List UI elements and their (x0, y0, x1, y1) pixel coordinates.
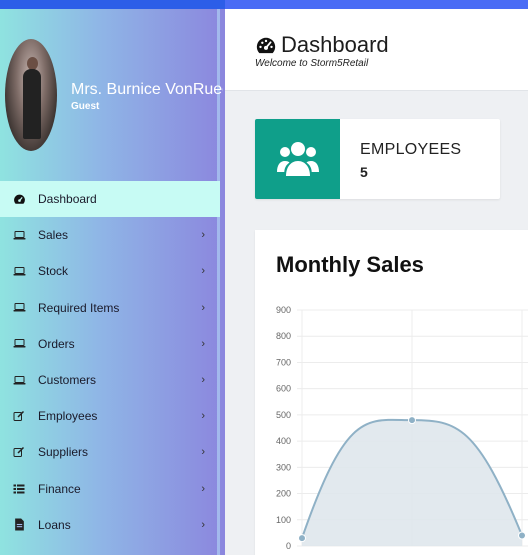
page-header: Dashboard Welcome to Storm5Retail (225, 9, 528, 91)
sidebar-item-dashboard[interactable]: Dashboard (0, 181, 220, 218)
chevron-right-icon: › (201, 301, 205, 314)
top-accent-bar (0, 0, 528, 9)
page-title: Dashboard (281, 32, 389, 57)
y-tick-label: 400 (276, 436, 291, 446)
y-tick-label: 100 (276, 515, 291, 525)
tachometer-icon (12, 192, 26, 206)
sidebar-menu: Dashboard Sales › Stock › Required Items › Orde… (0, 181, 220, 543)
stat-value: 5 (360, 164, 368, 180)
y-tick-label: 200 (276, 489, 291, 499)
edit-icon (12, 445, 26, 459)
sidebar-item-suppliers[interactable]: Suppliers › (0, 434, 220, 470)
tachometer-icon (256, 37, 276, 54)
chevron-right-icon: › (201, 229, 205, 242)
sidebar-item-sales[interactable]: Sales › (0, 217, 220, 253)
y-tick-label: 700 (276, 357, 291, 367)
laptop-icon (12, 373, 26, 387)
file-icon (12, 518, 26, 532)
user-profile: Mrs. Burnice VonRueden Guest (0, 9, 225, 181)
sidebar-item-label: Orders (38, 336, 75, 351)
chevron-right-icon: › (201, 265, 205, 278)
top-accent-bar-left (0, 0, 225, 9)
y-tick-label: 500 (276, 410, 291, 420)
sidebar-item-label: Stock (38, 264, 69, 279)
page-subtitle: Welcome to Storm5Retail (255, 58, 369, 69)
user-role: Guest (71, 101, 100, 112)
list-icon (12, 482, 26, 496)
user-name: Mrs. Burnice VonRueden (71, 81, 223, 98)
users-icon (276, 142, 319, 176)
chevron-right-icon: › (201, 446, 205, 459)
laptop-icon (12, 264, 26, 278)
data-point (408, 416, 416, 425)
y-tick-label: 800 (276, 331, 291, 341)
sidebar-item-label: Suppliers (38, 445, 89, 460)
edit-icon (12, 409, 26, 423)
chevron-right-icon: › (201, 374, 205, 387)
sidebar-item-required-items[interactable]: Required Items › (0, 290, 220, 326)
chevron-right-icon: › (201, 482, 205, 495)
laptop-icon (12, 301, 26, 315)
sidebar-item-stock[interactable]: Stock › (0, 253, 220, 289)
employees-stat-card[interactable]: EMPLOYEES 5 (255, 119, 500, 199)
y-tick-label: 300 (276, 462, 291, 472)
stat-label: EMPLOYEES (360, 141, 462, 158)
laptop-icon (12, 228, 26, 242)
y-tick-label: 600 (276, 384, 291, 394)
chevron-right-icon: › (201, 410, 205, 423)
sidebar-item-label: Dashboard (38, 192, 97, 207)
series-area (302, 419, 522, 546)
sidebar-item-finance[interactable]: Finance › (0, 471, 220, 507)
sidebar-item-label: Required Items (38, 300, 120, 315)
avatar-figure (23, 69, 41, 139)
sidebar-item-label: Sales (38, 228, 69, 243)
chevron-right-icon: › (201, 518, 205, 531)
main-content: Dashboard Welcome to Storm5Retail EMPLOY… (225, 9, 528, 555)
laptop-icon (12, 337, 26, 351)
sidebar-item-label: Finance (38, 481, 81, 496)
sidebar: Mrs. Burnice VonRueden Guest Dashboard Sa… (0, 9, 225, 555)
sidebar-item-loans[interactable]: Loans › (0, 507, 220, 543)
avatar (5, 39, 57, 151)
sidebar-item-label: Employees (38, 409, 98, 424)
sidebar-item-customers[interactable]: Customers › (0, 362, 220, 398)
stat-icon-box (255, 119, 340, 199)
sidebar-item-label: Loans (38, 517, 71, 532)
data-point (298, 534, 306, 543)
chart-canvas: 0 100 200 300 400 500 600 700 800 900 (276, 305, 528, 551)
sidebar-item-label: Customers (38, 373, 97, 388)
y-tick-label: 0 (286, 541, 291, 551)
y-tick-label: 900 (276, 305, 291, 315)
chart-title: Monthly Sales (276, 252, 424, 277)
chevron-right-icon: › (201, 337, 205, 350)
sidebar-item-orders[interactable]: Orders › (0, 326, 220, 362)
monthly-sales-chart: Monthly Sales 0 100 200 300 400 500 600 700 800 9… (255, 230, 528, 555)
sidebar-item-employees[interactable]: Employees › (0, 398, 220, 434)
data-point (518, 531, 526, 540)
